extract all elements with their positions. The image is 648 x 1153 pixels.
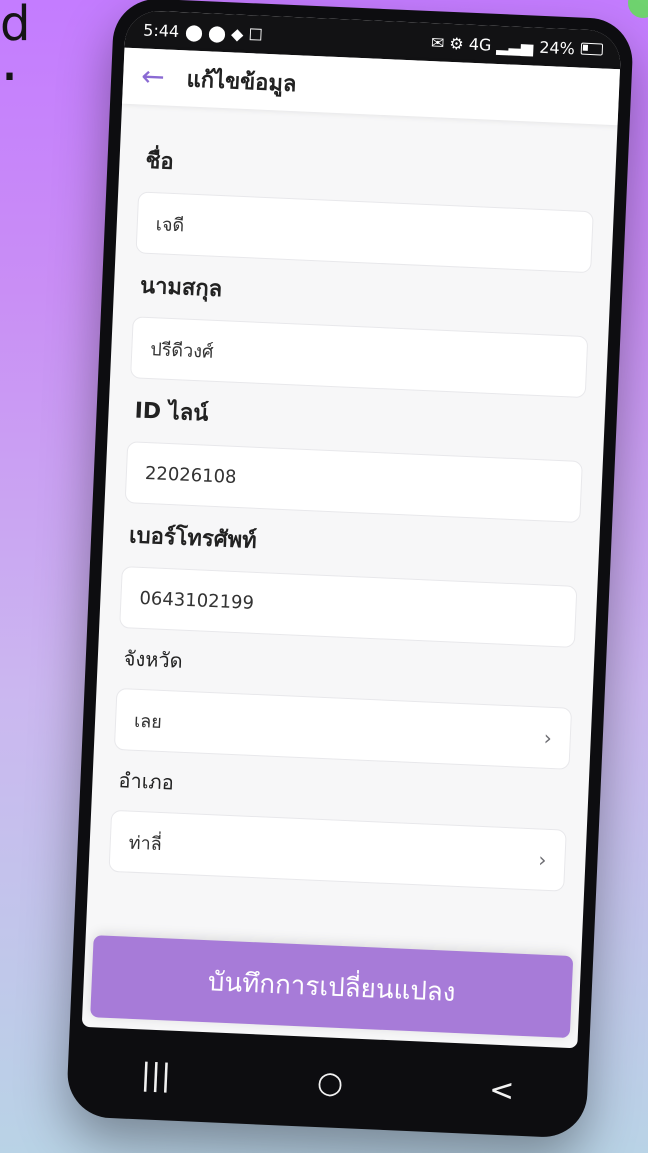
status-time: 5:44 [142,19,180,41]
phone-label: เบอร์โทรศัพท์ [128,523,258,554]
background-line-2: . [0,25,20,95]
province-select[interactable]: เลย › [113,687,573,770]
notification-icons: ⬤ ⬤ ◆ ☐ [184,21,264,45]
chevron-right-icon: › [537,847,547,872]
line-id-value: 22026108 [144,462,237,488]
province-label: จังหวัด [123,646,184,673]
line-id-field[interactable]: 22026108 [124,441,583,523]
status-right: ✉ ⚙ 4G ▂▃▅ 24% [431,33,604,59]
save-button-wrapper: บันทึกการเปลี่ยนแปลง [82,935,581,1039]
first-name-field[interactable]: เจดี [135,191,594,274]
status-left: 5:44 ⬤ ⬤ ◆ ☐ [143,20,263,44]
home-icon[interactable]: ○ [316,1065,344,1101]
district-select[interactable]: ท่าลี่ › [108,809,567,892]
android-nav-bar: ||| ○ < [66,1032,589,1139]
line-id-label: ID ไลน์ [134,398,209,427]
recent-apps-icon[interactable]: ||| [140,1057,172,1093]
district-value: ท่าลี่ [128,832,163,855]
battery-icon [580,42,604,56]
phone-field[interactable]: 0643102199 [119,566,578,648]
screen: 5:44 ⬤ ⬤ ◆ ☐ ✉ ⚙ 4G ▂▃▅ 24% ← แก้ไขข้อมู… [81,9,622,1049]
back-arrow-icon[interactable]: ← [141,59,166,93]
last-name-field[interactable]: ปรีดีวงศ์ [130,316,589,399]
battery-percent: 24% [538,37,576,58]
system-icons: ✉ ⚙ 4G ▂▃▅ [430,32,534,56]
back-icon[interactable]: < [488,1072,515,1108]
last-name-value: ปรีดีวงศ์ [149,338,214,363]
last-name-label: นามสกุล [139,273,223,303]
page-title: แก้ไขข้อมูล [186,66,297,97]
phone-frame: 5:44 ⬤ ⬤ ◆ ☐ ✉ ⚙ 4G ▂▃▅ 24% ← แก้ไขข้อมู… [65,0,635,1139]
edit-form: ชื่อ เจดี นามสกุล ปรีดีวงศ์ ID ไลน์ 2202… [89,104,618,893]
province-value: เลย [133,710,163,733]
chevron-right-icon: › [543,725,553,750]
corner-dot [628,0,648,18]
first-name-label: ชื่อ [145,148,175,175]
district-label: อำเภอ [118,768,175,795]
phone-value: 0643102199 [139,587,255,614]
first-name-value: เจดี [155,213,185,236]
save-changes-button[interactable]: บันทึกการเปลี่ยนแปลง [90,935,574,1039]
